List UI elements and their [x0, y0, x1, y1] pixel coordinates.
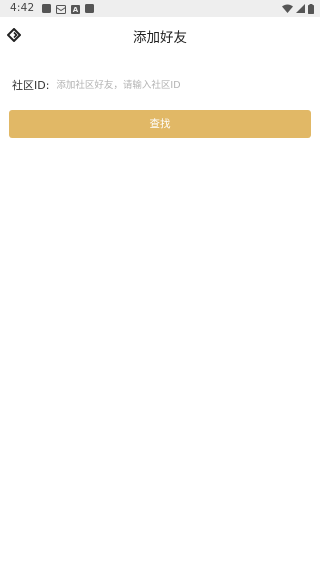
- app-notification-icon: [85, 4, 95, 13]
- wifi-icon: [282, 4, 293, 13]
- community-id-label: 社区ID:: [12, 79, 50, 92]
- community-id-row: 社区ID:: [12, 72, 312, 98]
- app-notification-icon: [42, 4, 52, 13]
- add-friend-screen: 4:42 A 添加好友 社区ID: 添加社区好友，请输入社区ID 查找: [0, 0, 320, 568]
- nav-bar: 添加好友: [0, 17, 320, 59]
- svg-text:A: A: [73, 6, 79, 14]
- community-id-input[interactable]: [56, 75, 312, 95]
- battery-icon: [308, 3, 314, 14]
- page-title: 添加好友: [133, 30, 187, 46]
- system-icons: [282, 3, 314, 14]
- search-button[interactable]: 查找: [9, 110, 311, 138]
- signal-icon: [296, 4, 305, 13]
- status-bar: 4:42 A: [0, 0, 320, 17]
- status-time: 4:42: [10, 2, 35, 14]
- mail-notification-icon: [56, 0, 67, 18]
- font-notification-icon: A: [71, 0, 81, 18]
- notification-icons: A: [42, 0, 95, 18]
